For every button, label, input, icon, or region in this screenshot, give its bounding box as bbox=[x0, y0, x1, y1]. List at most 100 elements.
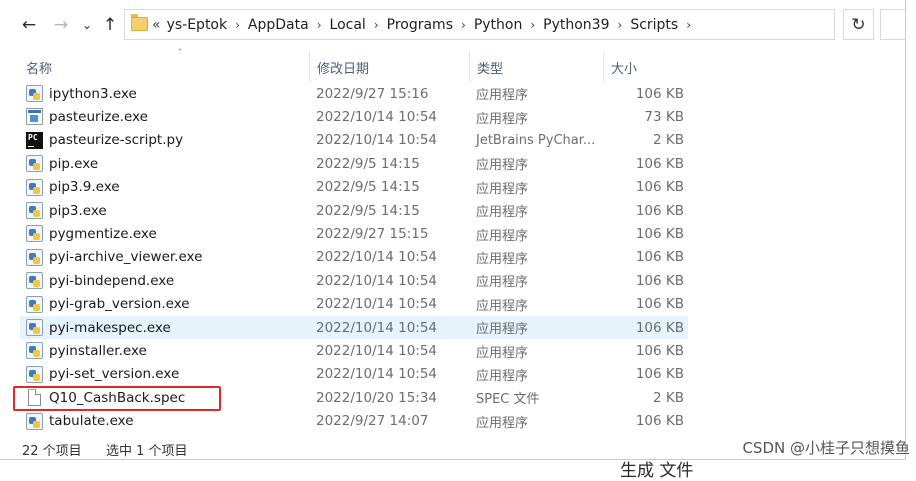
chevron-right-icon[interactable]: › bbox=[374, 18, 379, 32]
file-row[interactable]: pygmentize.exe 2022/9/27 15:15 应用程序 106 KB bbox=[20, 222, 688, 245]
file-date: 2022/9/27 15:16 bbox=[316, 85, 429, 102]
file-date: 2022/10/20 15:34 bbox=[316, 389, 438, 406]
breadcrumb-item[interactable]: ys-Eptok bbox=[167, 17, 228, 33]
file-name: pip3.exe bbox=[49, 202, 107, 219]
file-name: pyi-bindepend.exe bbox=[49, 272, 175, 289]
python-exe-icon bbox=[26, 178, 43, 196]
file-size: 106 KB bbox=[635, 85, 684, 102]
file-row[interactable]: pyi-grab_version.exe 2022/10/14 10:54 应用程序… bbox=[20, 293, 688, 316]
file-size: 2 KB bbox=[653, 389, 684, 406]
file-date: 2022/9/5 14:15 bbox=[316, 179, 420, 196]
chevron-right-icon[interactable]: › bbox=[461, 18, 466, 32]
chevron-right-icon[interactable]: › bbox=[235, 18, 240, 32]
breadcrumb-overflow-button[interactable]: « bbox=[152, 17, 161, 33]
file-type: 应用程序 bbox=[476, 158, 529, 174]
file-date: 2022/10/14 10:54 bbox=[316, 343, 438, 360]
chevron-right-icon[interactable]: › bbox=[530, 18, 535, 32]
breadcrumb-item[interactable]: Programs bbox=[387, 17, 453, 33]
column-date-label: 修改日期 bbox=[317, 61, 370, 77]
file-name: pip3.9.exe bbox=[49, 179, 120, 196]
breadcrumb-item[interactable]: AppData bbox=[248, 17, 309, 33]
file-row[interactable]: pyi-set_version.exe 2022/10/14 10:54 应用程序 1… bbox=[20, 363, 688, 386]
file-type: 应用程序 bbox=[476, 228, 529, 244]
file-name: pygmentize.exe bbox=[49, 226, 157, 243]
refresh-icon: ↻ bbox=[851, 14, 866, 35]
divider bbox=[0, 459, 905, 460]
column-name[interactable]: 名称 ˆ bbox=[20, 47, 309, 82]
file-type: SPEC 文件 bbox=[476, 392, 540, 408]
python-exe-icon bbox=[26, 272, 43, 290]
up-button[interactable]: ↑ bbox=[98, 12, 122, 38]
chevron-right-icon[interactable]: › bbox=[618, 18, 623, 32]
chevron-right-icon[interactable]: › bbox=[317, 18, 322, 32]
file-type: 应用程序 bbox=[476, 88, 529, 104]
file-row[interactable]: pip.exe 2022/9/5 14:15 应用程序 106 KB bbox=[20, 152, 688, 175]
sort-up-icon: ˆ bbox=[177, 47, 183, 60]
file-row[interactable]: pip3.9.exe 2022/9/5 14:15 应用程序 106 KB bbox=[20, 176, 688, 199]
file-date: 2022/9/27 15:15 bbox=[316, 226, 429, 243]
arrow-up-icon: ↑ bbox=[102, 15, 118, 35]
file-row[interactable]: pasteurize.exe 2022/10/14 10:54 应用程序 73 KB bbox=[20, 105, 688, 128]
folder-icon bbox=[131, 14, 148, 31]
forward-button[interactable]: → bbox=[49, 12, 73, 38]
address-bar[interactable]: « ys-Eptok › AppData › Local › Programs … bbox=[124, 9, 835, 40]
column-type[interactable]: 类型 bbox=[469, 52, 603, 82]
file-date: 2022/10/14 10:54 bbox=[316, 296, 438, 313]
python-exe-icon bbox=[26, 225, 43, 243]
window-exe-icon bbox=[26, 108, 43, 126]
file-date: 2022/10/14 10:54 bbox=[316, 132, 438, 149]
file-date: 2022/10/14 10:54 bbox=[316, 366, 438, 383]
file-size: 106 KB bbox=[635, 249, 684, 266]
breadcrumb-item[interactable]: Local bbox=[330, 17, 366, 33]
python-exe-icon bbox=[26, 202, 43, 219]
column-date[interactable]: 修改日期 bbox=[309, 52, 469, 82]
file-size: 106 KB bbox=[635, 226, 684, 243]
chevron-right-icon[interactable]: › bbox=[686, 18, 691, 32]
column-type-label: 类型 bbox=[477, 61, 504, 77]
file-date: 2022/9/5 14:15 bbox=[316, 202, 420, 219]
back-button[interactable]: ← bbox=[17, 12, 41, 38]
file-row[interactable]: pyi-archive_viewer.exe 2022/10/14 10:54 应用… bbox=[20, 246, 688, 269]
file-size: 73 KB bbox=[644, 109, 684, 126]
file-date: 2022/9/27 14:07 bbox=[316, 413, 429, 430]
breadcrumb-item[interactable]: Python39 bbox=[543, 17, 609, 33]
highlight-box bbox=[13, 386, 221, 411]
file-size: 106 KB bbox=[635, 272, 684, 289]
item-count: 22 个项目 bbox=[22, 444, 82, 459]
refresh-button[interactable]: ↻ bbox=[843, 9, 874, 40]
python-exe-icon bbox=[26, 365, 43, 383]
file-name: pasteurize-script.py bbox=[49, 132, 184, 149]
file-type: 应用程序 bbox=[476, 181, 529, 197]
file-name: ipython3.exe bbox=[49, 85, 137, 102]
file-type: JetBrains PyChar... bbox=[476, 132, 596, 148]
file-row[interactable]: pyinstaller.exe 2022/10/14 10:54 应用程序 106 K… bbox=[20, 339, 688, 362]
file-type: 应用程序 bbox=[476, 111, 529, 127]
file-row[interactable]: PC pasteurize-script.py 2022/10/14 10:54 Je… bbox=[20, 129, 688, 152]
cropped-text: 生成 文件 bbox=[620, 461, 694, 481]
pycharm-icon: PC bbox=[26, 131, 43, 149]
breadcrumb-item[interactable]: Python bbox=[474, 17, 523, 33]
breadcrumb-item[interactable]: Scripts bbox=[630, 17, 678, 33]
file-row[interactable]: tabulate.exe 2022/9/27 14:07 应用程序 106 KB bbox=[20, 410, 688, 433]
file-row[interactable]: ipython3.exe 2022/9/27 15:16 应用程序 106 KB bbox=[20, 82, 688, 105]
file-name: pyi-makespec.exe bbox=[49, 319, 171, 336]
file-row[interactable]: pyi-makespec.exe 2022/10/14 10:54 应用程序 106 … bbox=[20, 316, 688, 340]
file-row[interactable]: pyi-bindepend.exe 2022/10/14 10:54 应用程序 106… bbox=[20, 269, 688, 292]
recent-locations-button[interactable]: ⌄ bbox=[79, 12, 95, 38]
search-input[interactable] bbox=[880, 9, 905, 40]
file-type: 应用程序 bbox=[476, 415, 529, 431]
column-size[interactable]: 大小 bbox=[603, 52, 689, 82]
file-size: 106 KB bbox=[635, 202, 684, 219]
python-exe-icon bbox=[26, 295, 43, 313]
file-size: 2 KB bbox=[653, 132, 684, 149]
file-name: pyi-grab_version.exe bbox=[49, 296, 190, 313]
file-row[interactable]: pip3.exe 2022/9/5 14:15 应用程序 106 KB bbox=[20, 199, 688, 222]
file-name: pasteurize.exe bbox=[49, 109, 148, 126]
arrow-left-icon: ← bbox=[21, 15, 37, 35]
file-name: pyi-set_version.exe bbox=[49, 366, 180, 383]
file-type: 应用程序 bbox=[476, 298, 529, 314]
file-type: 应用程序 bbox=[476, 368, 529, 384]
selection-count: 选中 1 个项目 bbox=[106, 444, 188, 459]
file-name: tabulate.exe bbox=[49, 413, 134, 430]
file-type: 应用程序 bbox=[476, 345, 529, 361]
